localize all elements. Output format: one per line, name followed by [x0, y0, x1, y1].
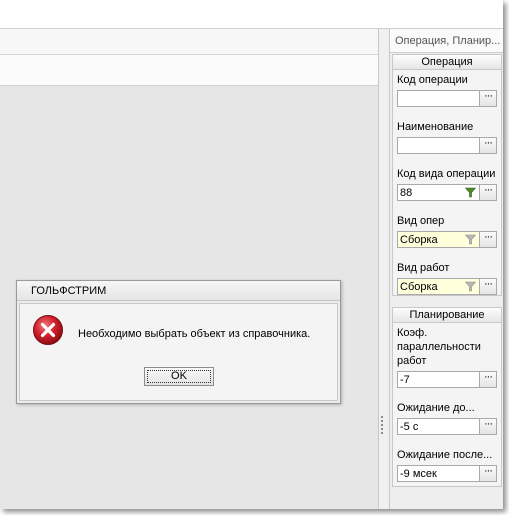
filter-icon[interactable]	[465, 281, 476, 292]
ellipsis-icon[interactable]: ···	[479, 91, 496, 106]
error-icon	[33, 315, 63, 345]
filter-icon[interactable]	[465, 234, 476, 245]
tab-bar	[0, 29, 378, 55]
op-kind-value[interactable]: Сборка	[400, 233, 438, 247]
work-kind-label: Вид работ	[397, 262, 450, 274]
panel-title: Операция, Планир...	[390, 29, 503, 53]
dialog-body: Необходимо выбрать объект из справочника…	[19, 303, 338, 401]
error-dialog: ГОЛЬФСТРИМ Необходимо выбрать объект из …	[16, 280, 341, 404]
ellipsis-icon[interactable]: ···	[479, 138, 496, 153]
properties-panel: Операция, Планир... Операция Код операци…	[389, 29, 503, 509]
dialog-title: ГОЛЬФСТРИМ	[17, 281, 340, 301]
ellipsis-icon[interactable]: ···	[479, 466, 496, 481]
ellipsis-icon[interactable]: ···	[479, 372, 496, 387]
section-planning: Планирование Коэф. параллельности работ …	[392, 307, 502, 487]
op-type-code-value[interactable]: 88	[400, 186, 412, 200]
op-kind-label: Вид опер	[397, 215, 445, 227]
op-type-code-field[interactable]: 88 ···	[397, 184, 497, 201]
section-title-planning: Планирование	[393, 308, 501, 323]
focus-rect	[147, 370, 211, 383]
ellipsis-icon[interactable]: ···	[479, 185, 496, 200]
parallel-coef-label-3: работ	[397, 355, 427, 367]
parallel-coef-value[interactable]: -7	[400, 373, 410, 387]
name-label: Наименование	[397, 121, 474, 133]
work-kind-field[interactable]: Сборка ···	[397, 278, 497, 295]
wait-before-field[interactable]: -5 с ···	[397, 418, 497, 435]
section-operation: Операция Код операции ··· Наименование ·…	[392, 54, 502, 296]
ellipsis-icon[interactable]: ···	[479, 232, 496, 247]
dialog-message: Необходимо выбрать объект из справочника…	[78, 328, 311, 340]
work-kind-value[interactable]: Сборка	[400, 280, 438, 294]
op-code-field[interactable]: ···	[397, 90, 497, 107]
splitter-handle[interactable]	[380, 415, 384, 435]
parallel-coef-label-1: Коэф.	[397, 327, 428, 339]
wait-after-value[interactable]: -9 мсек	[400, 467, 437, 481]
wait-before-label: Ожидание до...	[397, 402, 475, 414]
top-toolbar	[0, 0, 503, 29]
sub-toolbar	[0, 55, 378, 86]
ellipsis-icon[interactable]: ···	[479, 279, 496, 294]
op-kind-field[interactable]: Сборка ···	[397, 231, 497, 248]
wait-before-value[interactable]: -5 с	[400, 420, 418, 434]
op-type-code-label: Код вида операции	[397, 168, 496, 180]
main-area	[0, 29, 379, 509]
name-field[interactable]: ···	[397, 137, 497, 154]
app-window: Операция, Планир... Операция Код операци…	[0, 0, 503, 509]
section-title-operation: Операция	[393, 55, 501, 70]
parallel-coef-field[interactable]: -7 ···	[397, 371, 497, 388]
wait-after-label: Ожидание после...	[397, 449, 493, 461]
wait-after-field[interactable]: -9 мсек ···	[397, 465, 497, 482]
parallel-coef-label-2: параллельности	[397, 341, 481, 353]
ok-button[interactable]: OK	[144, 367, 214, 386]
op-code-label: Код операции	[397, 74, 468, 86]
ellipsis-icon[interactable]: ···	[479, 419, 496, 434]
filter-icon[interactable]	[465, 187, 476, 198]
